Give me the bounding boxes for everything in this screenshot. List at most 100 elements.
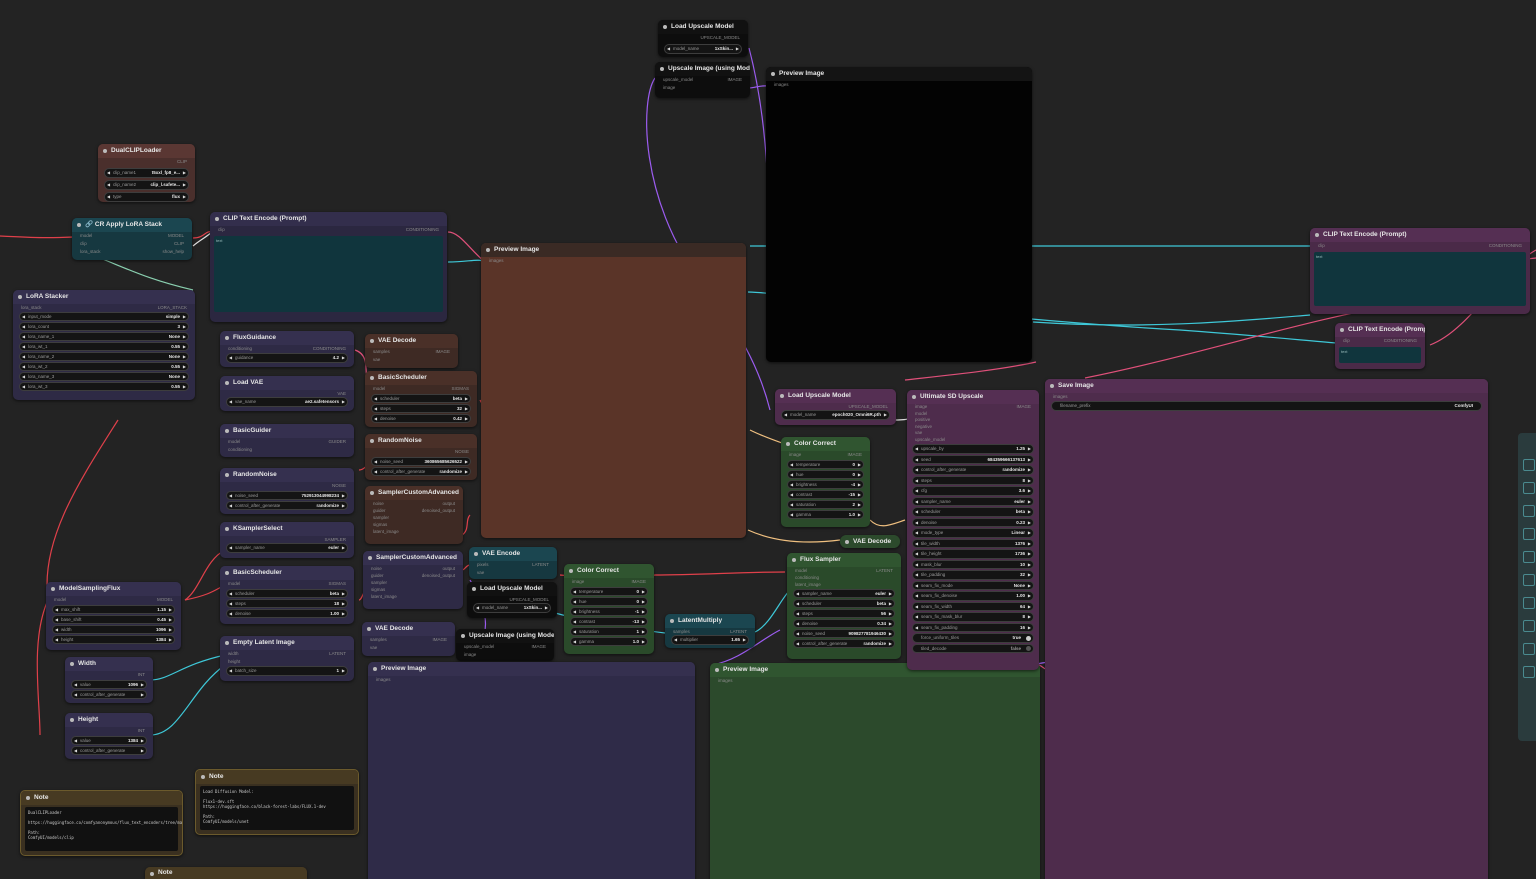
node-title[interactable]: ModelSamplingFlux <box>46 582 181 596</box>
node-note-1[interactable]: Note DualCLIPLoader https://huggingface.… <box>20 790 183 856</box>
toolbar-button[interactable] <box>1523 551 1535 563</box>
node-save-image[interactable]: Save Image images filename_prefix ComfyUI <box>1045 379 1488 879</box>
widget[interactable]: seed684359666137613 <box>912 454 1034 464</box>
node-basic-scheduler-2[interactable]: BasicScheduler modelSIGMAS schedulerbeta… <box>220 566 354 624</box>
widget[interactable]: lora_wt_20.55 <box>19 362 189 371</box>
widget[interactable]: schedulerbeta <box>912 507 1034 517</box>
node-preview-image-brown[interactable]: Preview Image images <box>481 243 746 538</box>
widget[interactable]: denoise1.00 <box>226 609 348 618</box>
node-load-upscale-model-mid[interactable]: Load Upscale Model UPSCALE_MODEL model_n… <box>467 582 557 618</box>
node-title[interactable]: BasicGuider <box>220 424 354 438</box>
node-load-vae[interactable]: Load VAE VAE vae_nameae2.safetensors <box>220 376 354 411</box>
note-text[interactable]: DualCLIPLoader https://huggingface.co/co… <box>25 807 182 851</box>
node-title[interactable]: KSamplerSelect <box>220 522 354 536</box>
widget[interactable]: sampler_nameeuler <box>912 496 1034 506</box>
widget[interactable]: lora_wt_30.55 <box>19 382 189 391</box>
widget[interactable]: tile_padding32 <box>912 570 1034 580</box>
widget[interactable]: value1384 <box>71 736 147 745</box>
node-lora-stacker[interactable]: LoRA Stacker lora_stackLORA_STACK input_… <box>13 290 195 400</box>
node-width[interactable]: Width INT value1096 control_after_genera… <box>65 657 153 703</box>
node-title[interactable]: LoRA Stacker <box>13 290 195 304</box>
node-flux-guidance[interactable]: FluxGuidance conditioningCONDITIONING gu… <box>220 331 354 367</box>
note-text[interactable]: Load Diffusion Model: Flux1-dev.sft http… <box>200 786 354 830</box>
multiplier-widget[interactable]: multiplier1.65 <box>671 635 749 645</box>
widget[interactable]: temperature0 <box>787 460 864 469</box>
toggle-widget[interactable]: tiled_decode false <box>912 643 1034 653</box>
node-dual-clip-loader[interactable]: DualCLIPLoader CLIP clip_name1t5xxl_fp8_… <box>98 144 195 202</box>
node-height[interactable]: Height INT value1384 control_after_gener… <box>65 713 153 759</box>
widget[interactable]: sampler_nameeuler <box>793 589 895 598</box>
widget[interactable]: denoise0.42 <box>371 414 471 423</box>
node-title[interactable]: Load Upscale Model <box>775 389 896 403</box>
toolbar-button[interactable] <box>1523 482 1535 494</box>
model-name-widget[interactable]: model_name1xSkin... <box>473 603 551 613</box>
widget[interactable]: gamma1.0 <box>570 637 648 646</box>
node-title[interactable]: BasicScheduler <box>365 371 477 385</box>
widget[interactable]: temperature0 <box>570 587 648 596</box>
widget[interactable]: saturation1 <box>570 627 648 636</box>
widget[interactable]: max_shift1.15 <box>52 605 175 614</box>
node-title[interactable]: Load Upscale Model <box>658 20 748 34</box>
widget[interactable]: lora_name_3None <box>19 372 189 381</box>
node-title[interactable]: Preview Image <box>368 662 695 676</box>
node-random-noise-1[interactable]: RandomNoise NOISE noise_seed360865685626… <box>365 434 477 480</box>
type-widget[interactable]: typeflux <box>104 192 189 202</box>
node-title[interactable]: CLIP Text Encode (Prompt) <box>1335 323 1425 337</box>
node-title[interactable]: FluxGuidance <box>220 331 354 345</box>
node-empty-latent-image[interactable]: Empty Latent Image widthLATENT height ba… <box>220 636 354 681</box>
toolbar-button[interactable] <box>1523 574 1535 586</box>
toggle-widget[interactable]: force_uniform_tiles true <box>912 633 1034 643</box>
widget[interactable]: control_after_generaterandomize <box>226 501 348 510</box>
clip-name1-widget[interactable]: clip_name1t5xxl_fp8_e... <box>104 168 189 178</box>
node-title[interactable]: LatentMultiply <box>665 614 755 628</box>
toolbar-button[interactable] <box>1523 666 1535 678</box>
node-title[interactable]: DualCLIPLoader <box>98 144 195 158</box>
node-preview-image-black[interactable]: Preview Image images <box>766 67 1032 362</box>
widget[interactable]: denoise0.23 <box>912 517 1034 527</box>
widget[interactable]: lora_wt_10.55 <box>19 342 189 351</box>
widget[interactable]: seam_fix_denoise1.00 <box>912 591 1034 601</box>
node-sampler-custom-advanced-2[interactable]: SamplerCustomAdvanced noise output guider… <box>363 551 463 609</box>
widget[interactable]: control_after_generate <box>71 690 147 699</box>
node-title[interactable]: VAE Decode <box>365 334 458 348</box>
widget[interactable]: base_shift0.45 <box>52 615 175 624</box>
node-title[interactable]: SamplerCustomAdvanced <box>365 486 463 500</box>
widget[interactable]: tile_height1736 <box>912 549 1034 559</box>
node-latent-multiply[interactable]: LatentMultiply samplesLATENT multiplier1… <box>665 614 755 648</box>
node-title[interactable]: VAE Encode <box>469 547 557 561</box>
widget[interactable]: tile_width1376 <box>912 538 1034 548</box>
widget[interactable]: steps8 <box>912 475 1034 485</box>
widget[interactable]: mask_blur10 <box>912 559 1034 569</box>
node-clip-text-encode-left[interactable]: CLIP Text Encode (Prompt) clip CONDITIONI… <box>210 212 447 322</box>
node-vae-decode-2[interactable]: VAE Decode samples IMAGE vae <box>362 622 455 656</box>
node-ksampler-select[interactable]: KSamplerSelect SAMPLER sampler_nameeuler <box>220 522 354 558</box>
node-load-upscale-model-top[interactable]: Load Upscale Model UPSCALE_MODEL model_n… <box>658 20 748 57</box>
widget[interactable]: hue0 <box>787 470 864 479</box>
node-title[interactable]: Flux Sampler <box>787 553 901 567</box>
node-clip-text-encode-right1[interactable]: CLIP Text Encode (Prompt) clip CONDITIONI… <box>1310 228 1530 314</box>
widget[interactable]: schedulerbeta <box>371 394 471 403</box>
node-flux-sampler[interactable]: Flux Sampler model LATENT conditioning la… <box>787 553 901 659</box>
node-title[interactable]: VAE Decode <box>362 622 455 636</box>
node-graph-canvas[interactable]: Load Upscale Model UPSCALE_MODEL model_n… <box>0 0 1536 879</box>
widget[interactable]: steps18 <box>226 599 348 608</box>
widget[interactable]: seam_fix_padding16 <box>912 622 1034 632</box>
node-load-upscale-model-right[interactable]: Load Upscale Model UPSCALE_MODEL model_n… <box>775 389 896 425</box>
widget[interactable]: steps32 <box>371 404 471 413</box>
node-note-3[interactable]: Note <box>145 867 307 879</box>
node-clip-text-encode-right2[interactable]: CLIP Text Encode (Prompt) clip CONDITIONI… <box>1335 323 1425 369</box>
node-title[interactable]: RandomNoise <box>220 468 354 482</box>
widget[interactable]: noise_seed909827781946430 <box>793 629 895 638</box>
widget[interactable]: noise_seed752913044998234 <box>226 491 348 500</box>
node-title[interactable]: VAE Decode <box>840 535 900 548</box>
node-vae-encode[interactable]: VAE Encode pixels LATENT vae <box>469 547 557 579</box>
node-title[interactable]: CLIP Text Encode (Prompt) <box>210 212 447 226</box>
model-name-widget[interactable]: model_nameepoch020_Omni6R.pth <box>781 410 890 420</box>
widget[interactable]: schedulerbeta <box>226 589 348 598</box>
node-random-noise-2[interactable]: RandomNoise NOISE noise_seed752913044998… <box>220 468 354 514</box>
widget[interactable]: gamma1.0 <box>787 510 864 519</box>
widget[interactable]: upscale_by1.25 <box>912 444 1034 454</box>
widget[interactable]: control_after_generaterandomize <box>371 467 471 476</box>
node-title[interactable]: Ultimate SD Upscale <box>907 390 1039 404</box>
node-preview-image-purple[interactable]: Preview Image images <box>368 662 695 879</box>
